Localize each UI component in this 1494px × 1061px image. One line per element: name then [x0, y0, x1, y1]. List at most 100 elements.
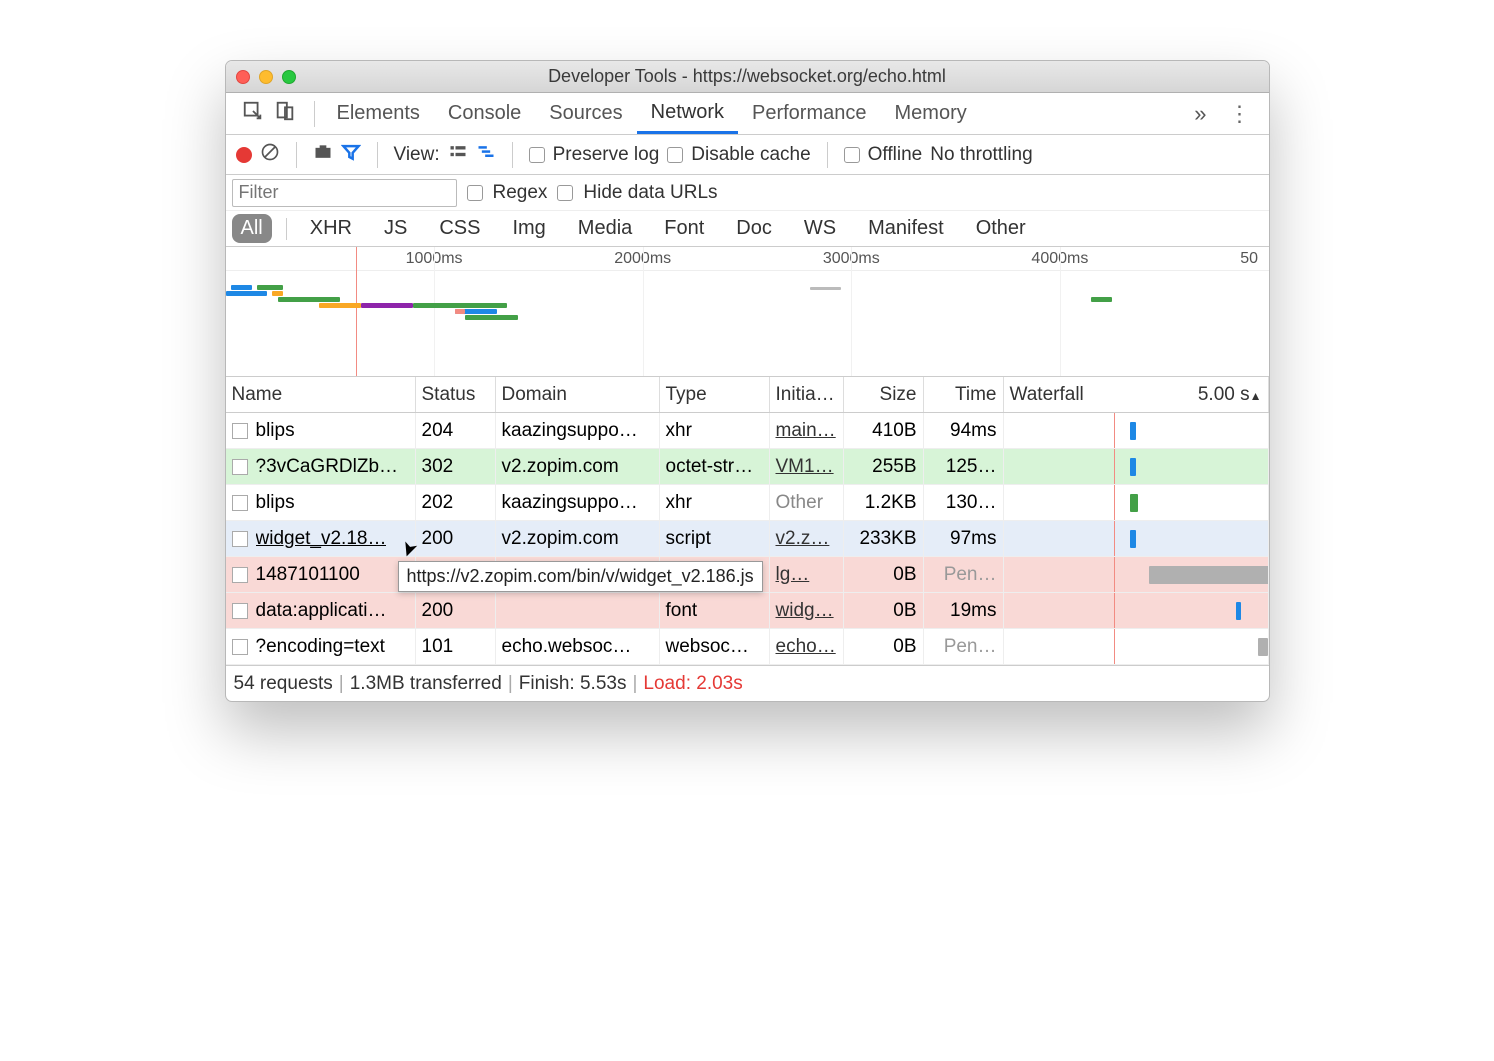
request-domain: kaazingsuppo…	[496, 485, 660, 520]
request-size: 0B	[844, 629, 924, 664]
divider	[827, 142, 828, 168]
more-options-button[interactable]: ⋮	[1217, 101, 1263, 127]
request-initiator[interactable]: VM1…	[770, 449, 844, 484]
inspect-element-icon[interactable]	[242, 100, 264, 127]
request-size: 0B	[844, 557, 924, 592]
col-waterfall[interactable]: Waterfall 5.00 s▲	[1004, 377, 1269, 412]
tab-console[interactable]: Console	[434, 93, 535, 134]
disable-cache-checkbox[interactable]	[667, 147, 683, 163]
request-domain: v2.zopim.com	[496, 521, 660, 556]
file-icon	[232, 459, 248, 475]
status-transferred: 1.3MB transferred	[350, 673, 502, 695]
col-name[interactable]: Name	[226, 377, 416, 412]
file-icon	[232, 603, 248, 619]
col-initiator[interactable]: Initia…	[770, 377, 844, 412]
filter-input[interactable]	[232, 179, 457, 207]
type-filter-font[interactable]: Font	[655, 214, 713, 243]
divider	[314, 101, 315, 127]
status-bar: 54 requests | 1.3MB transferred | Finish…	[226, 665, 1269, 701]
request-size: 233KB	[844, 521, 924, 556]
request-type: xhr	[660, 485, 770, 520]
request-waterfall	[1004, 521, 1269, 556]
sort-caret-icon: ▲	[1250, 389, 1262, 403]
clear-icon[interactable]	[260, 142, 280, 168]
file-icon	[232, 639, 248, 655]
request-initiator[interactable]: lg…	[770, 557, 844, 592]
type-filter-css[interactable]: CSS	[430, 214, 489, 243]
request-type: xhr	[660, 413, 770, 448]
regex-checkbox[interactable]	[467, 185, 483, 201]
waterfall-icon[interactable]	[476, 142, 496, 168]
request-initiator[interactable]: widg…	[770, 593, 844, 628]
type-filter-xhr[interactable]: XHR	[301, 214, 361, 243]
col-time[interactable]: Time	[924, 377, 1004, 412]
record-button[interactable]	[236, 147, 252, 163]
tab-sources[interactable]: Sources	[535, 93, 636, 134]
table-row[interactable]: data:applicati…200fontwidg…0B19ms	[226, 593, 1269, 629]
file-icon	[232, 423, 248, 439]
request-type: octet-str…	[660, 449, 770, 484]
type-filter-manifest[interactable]: Manifest	[859, 214, 953, 243]
request-type: font	[660, 593, 770, 628]
tab-performance[interactable]: Performance	[738, 93, 881, 134]
filter-icon[interactable]	[341, 142, 361, 168]
table-row[interactable]: ?encoding=text101echo.websoc…websoc…echo…	[226, 629, 1269, 665]
type-filter-img[interactable]: Img	[503, 214, 554, 243]
request-waterfall	[1004, 629, 1269, 664]
file-icon	[232, 495, 248, 511]
request-name: ?encoding=text	[256, 636, 385, 658]
offline-checkbox[interactable]	[844, 147, 860, 163]
request-initiator[interactable]: echo…	[770, 629, 844, 664]
overview-tick: 50	[1240, 250, 1258, 268]
overview-timeline[interactable]: 1000ms2000ms3000ms4000ms50	[226, 247, 1269, 377]
file-icon	[232, 567, 248, 583]
divider	[286, 218, 287, 240]
request-name: blips	[256, 492, 295, 514]
large-rows-icon[interactable]	[448, 142, 468, 168]
tab-elements[interactable]: Elements	[323, 93, 434, 134]
request-initiator[interactable]: v2.z…	[770, 521, 844, 556]
type-filter-media[interactable]: Media	[569, 214, 641, 243]
status-requests: 54 requests	[234, 673, 333, 695]
request-waterfall	[1004, 413, 1269, 448]
divider	[377, 142, 378, 168]
col-type[interactable]: Type	[660, 377, 770, 412]
divider	[512, 142, 513, 168]
hide-data-urls-checkbox[interactable]	[557, 185, 573, 201]
toggle-device-icon[interactable]	[274, 100, 296, 127]
col-domain[interactable]: Domain	[496, 377, 660, 412]
request-domain: kaazingsuppo…	[496, 413, 660, 448]
request-time: 125…	[924, 449, 1004, 484]
request-name: widget_v2.18…	[256, 528, 387, 550]
col-size[interactable]: Size	[844, 377, 924, 412]
request-type: websoc…	[660, 629, 770, 664]
devtools-window: Developer Tools - https://websocket.org/…	[225, 60, 1270, 702]
url-tooltip: https://v2.zopim.com/bin/v/widget_v2.186…	[398, 561, 763, 592]
tab-memory[interactable]: Memory	[881, 93, 981, 134]
tab-network[interactable]: Network	[637, 93, 738, 134]
disable-cache-label: Disable cache	[691, 144, 810, 166]
table-row[interactable]: blips204kaazingsuppo…xhrmain…410B94ms	[226, 413, 1269, 449]
request-waterfall	[1004, 593, 1269, 628]
request-size: 410B	[844, 413, 924, 448]
hide-data-urls-label: Hide data URLs	[583, 182, 717, 204]
request-name: data:applicati…	[256, 600, 387, 622]
type-filter-js[interactable]: JS	[375, 214, 416, 243]
request-initiator[interactable]: main…	[770, 413, 844, 448]
type-filter-all[interactable]: All	[232, 214, 272, 243]
tabs-overflow-button[interactable]: »	[1184, 101, 1216, 127]
table-row[interactable]: widget_v2.18…200v2.zopim.comscriptv2.z…2…	[226, 521, 1269, 557]
throttling-select[interactable]: No throttling	[930, 144, 1032, 166]
request-time: Pen…	[924, 629, 1004, 664]
col-status[interactable]: Status	[416, 377, 496, 412]
type-filter-doc[interactable]: Doc	[727, 214, 781, 243]
table-row[interactable]: ?3vCaGRDlZb…302v2.zopim.comoctet-str…VM1…	[226, 449, 1269, 485]
request-size: 0B	[844, 593, 924, 628]
type-filter-other[interactable]: Other	[967, 214, 1035, 243]
request-initiator[interactable]: Other	[770, 485, 844, 520]
table-row[interactable]: blips202kaazingsuppo…xhrOther1.2KB130…	[226, 485, 1269, 521]
type-filter-ws[interactable]: WS	[795, 214, 845, 243]
request-name: ?3vCaGRDlZb…	[256, 456, 399, 478]
capture-screenshot-icon[interactable]	[313, 142, 333, 168]
preserve-log-checkbox[interactable]	[529, 147, 545, 163]
